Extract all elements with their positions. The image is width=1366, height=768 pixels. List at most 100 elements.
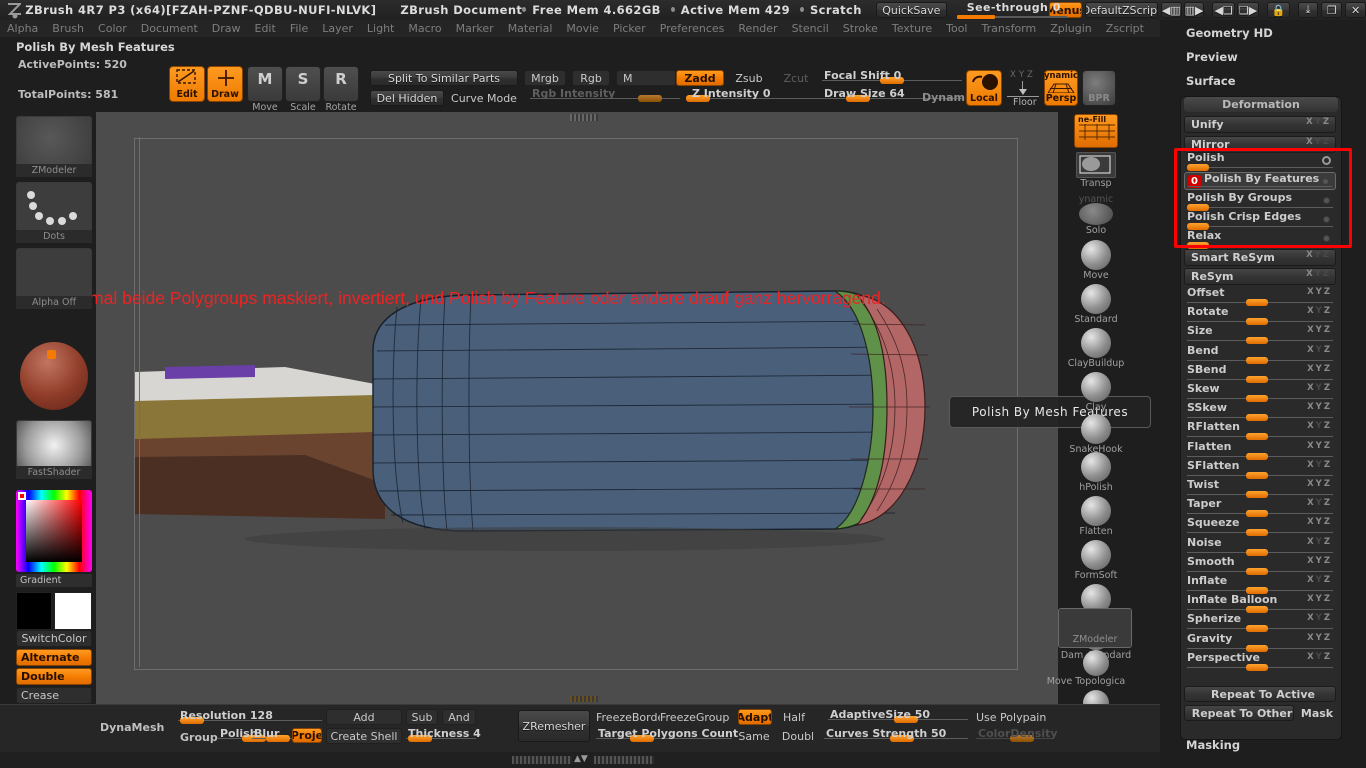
thickness-slider[interactable]: Thickness 4 [406,728,476,742]
smart-resym-button[interactable]: Smart ReSym XYZ [1184,249,1336,266]
model-viewport[interactable] [135,139,1017,669]
slider-knob[interactable] [1246,299,1268,306]
zremesher-button[interactable]: ZRemesher [518,710,590,742]
slider-knob[interactable] [1246,568,1268,575]
curves-strength-slider[interactable]: Curves Strength 50 [824,728,968,742]
current-material-sphere[interactable] [20,342,88,410]
menu-item[interactable]: Stroke [836,22,885,35]
axis-toggle[interactable]: XYZ [1307,633,1332,643]
deformation-slider-rflatten[interactable]: RFlattenXYZ [1184,421,1336,439]
slider-knob[interactable] [1246,529,1268,536]
canvas-bottom-grip[interactable] [570,696,598,702]
bottom-resize-grip-right[interactable] [594,756,654,764]
axis-toggle[interactable]: XYZ [1307,594,1332,604]
slider-knob[interactable] [638,95,662,102]
menu-item[interactable]: Alpha [0,22,45,35]
zscript-button[interactable]: DefaultZScript [1085,2,1158,18]
alternate-button[interactable]: Alternate [16,649,92,666]
canvas-area[interactable] [96,112,1058,704]
menu-item[interactable]: Document [134,22,205,35]
rotate-mode-button[interactable]: R [323,66,359,102]
maximize-button[interactable]: ❐ [1321,2,1342,18]
focal-shift-slider[interactable]: Focal Shift 0 [822,70,962,84]
menu-item[interactable]: Render [731,22,784,35]
slider-knob[interactable] [1246,625,1268,632]
brush-movetopological-button[interactable]: Move Topologica [1070,650,1122,687]
deformation-slider-inflate[interactable]: InflateXYZ [1184,575,1336,593]
polish-mode-icon[interactable] [1322,156,1331,165]
deformation-title[interactable]: Deformation [1184,97,1338,112]
palette-prev-icon[interactable]: ◀❑ [1212,2,1234,18]
quicksave-button[interactable]: QuickSave [876,2,947,18]
axis-toggle[interactable]: XYZ [1307,325,1332,335]
deformation-slider-rotate[interactable]: RotateXYZ [1184,306,1336,324]
gradient-button[interactable]: Gradient [16,574,92,587]
section-masking[interactable]: Masking [1186,738,1240,752]
slider-knob[interactable] [1246,433,1268,440]
primary-color-swatch[interactable] [16,592,52,630]
menu-item[interactable]: Texture [885,22,939,35]
axis-toggle[interactable]: XYZ [1307,306,1332,316]
resym-button[interactable]: ReSym XYZ [1184,268,1336,285]
deformation-slider-twist[interactable]: TwistXYZ [1184,479,1336,497]
brush-snakehook-button[interactable]: SnakeHook [1070,414,1122,455]
deformation-slider-smooth[interactable]: SmoothXYZ [1184,556,1336,574]
palette-next-icon[interactable]: ❑▶ [1237,2,1259,18]
axis-toggle[interactable]: XYZ [1307,517,1332,527]
deformation-slider-skew[interactable]: SkewXYZ [1184,383,1336,401]
repeat-to-active-button[interactable]: Repeat To Active [1184,686,1336,702]
menu-item[interactable]: Marker [449,22,501,35]
polish-by-features-dot-icon[interactable] [1322,178,1329,185]
deformation-slider-perspective[interactable]: PerspectiveXYZ [1184,652,1336,670]
rgb-intensity-slider[interactable]: Rgb Intensity [530,88,680,102]
see-through-slider[interactable]: See-through 0 [957,0,1043,20]
menu-item[interactable]: Edit [248,22,283,35]
polish-crisp-edges-slider[interactable]: Polish Crisp Edges [1184,211,1336,229]
brush-move-button[interactable]: Move [1070,240,1122,281]
m-button[interactable]: M [616,70,676,86]
scroll-right-icon[interactable]: ▥▶ [1184,2,1205,18]
slider-knob[interactable] [1246,664,1268,671]
scale-mode-button[interactable]: S [285,66,321,102]
menu-item[interactable]: Tool [939,22,974,35]
solo-button[interactable]: ynamic Solo [1070,194,1122,236]
menu-item[interactable]: Stencil [785,22,836,35]
menu-item[interactable]: Color [91,22,134,35]
same-button[interactable]: Same [734,728,774,744]
axis-toggle[interactable]: XYZ [1307,652,1332,662]
menu-item[interactable]: Transform [975,22,1044,35]
deformation-slider-sbend[interactable]: SBendXYZ [1184,364,1336,382]
polish-by-features-slider[interactable]: 0 Polish By Features [1184,172,1336,190]
axis-toggle[interactable]: XYZ [1307,402,1332,412]
brush-clay-button[interactable]: Clay [1070,372,1122,413]
unify-button[interactable]: Unify XYZ [1184,116,1336,133]
deformation-slider-noise[interactable]: NoiseXYZ [1184,537,1336,555]
menu-item[interactable]: Zscript [1099,22,1151,35]
zcut-button[interactable]: Zcut [774,70,818,86]
deformation-slider-squeeze[interactable]: SqueezeXYZ [1184,517,1336,535]
add-button[interactable]: Add [326,709,402,725]
polish-slider[interactable]: Polish [1184,152,1336,170]
slider-knob[interactable] [1246,318,1268,325]
relax-dot-icon[interactable] [1323,235,1330,242]
deformation-slider-spherize[interactable]: SpherizeXYZ [1184,613,1336,631]
brush-claybuildup-button[interactable]: ClayBuildup [1070,328,1122,369]
rgb-button[interactable]: Rgb [572,70,610,86]
slider-knob[interactable] [1246,472,1268,479]
adapt-button[interactable]: Adapt [738,709,772,725]
deformation-slider-sskew[interactable]: SSkewXYZ [1184,402,1336,420]
mrgb-button[interactable]: Mrgb [524,70,566,86]
lock-icon[interactable]: 🔒 [1267,2,1289,18]
slider-knob[interactable] [1246,414,1268,421]
group-button[interactable]: Group [180,731,218,744]
brush-flatten-button[interactable]: Flatten [1070,496,1122,537]
polish-crisp-edges-dot-icon[interactable] [1323,216,1330,223]
local-button[interactable]: Local [966,70,1002,106]
deformation-slider-bend[interactable]: BendXYZ [1184,345,1336,363]
slider-knob[interactable] [1246,510,1268,517]
axis-toggle[interactable]: XYZ [1307,364,1332,374]
bottom-scroll-arrows-icon[interactable]: ▲▼ [574,754,588,764]
polish-by-groups-dot-icon[interactable] [1323,197,1330,204]
double-button[interactable]: Double [16,668,92,685]
section-geometry-hd[interactable]: Geometry HD [1186,26,1273,40]
